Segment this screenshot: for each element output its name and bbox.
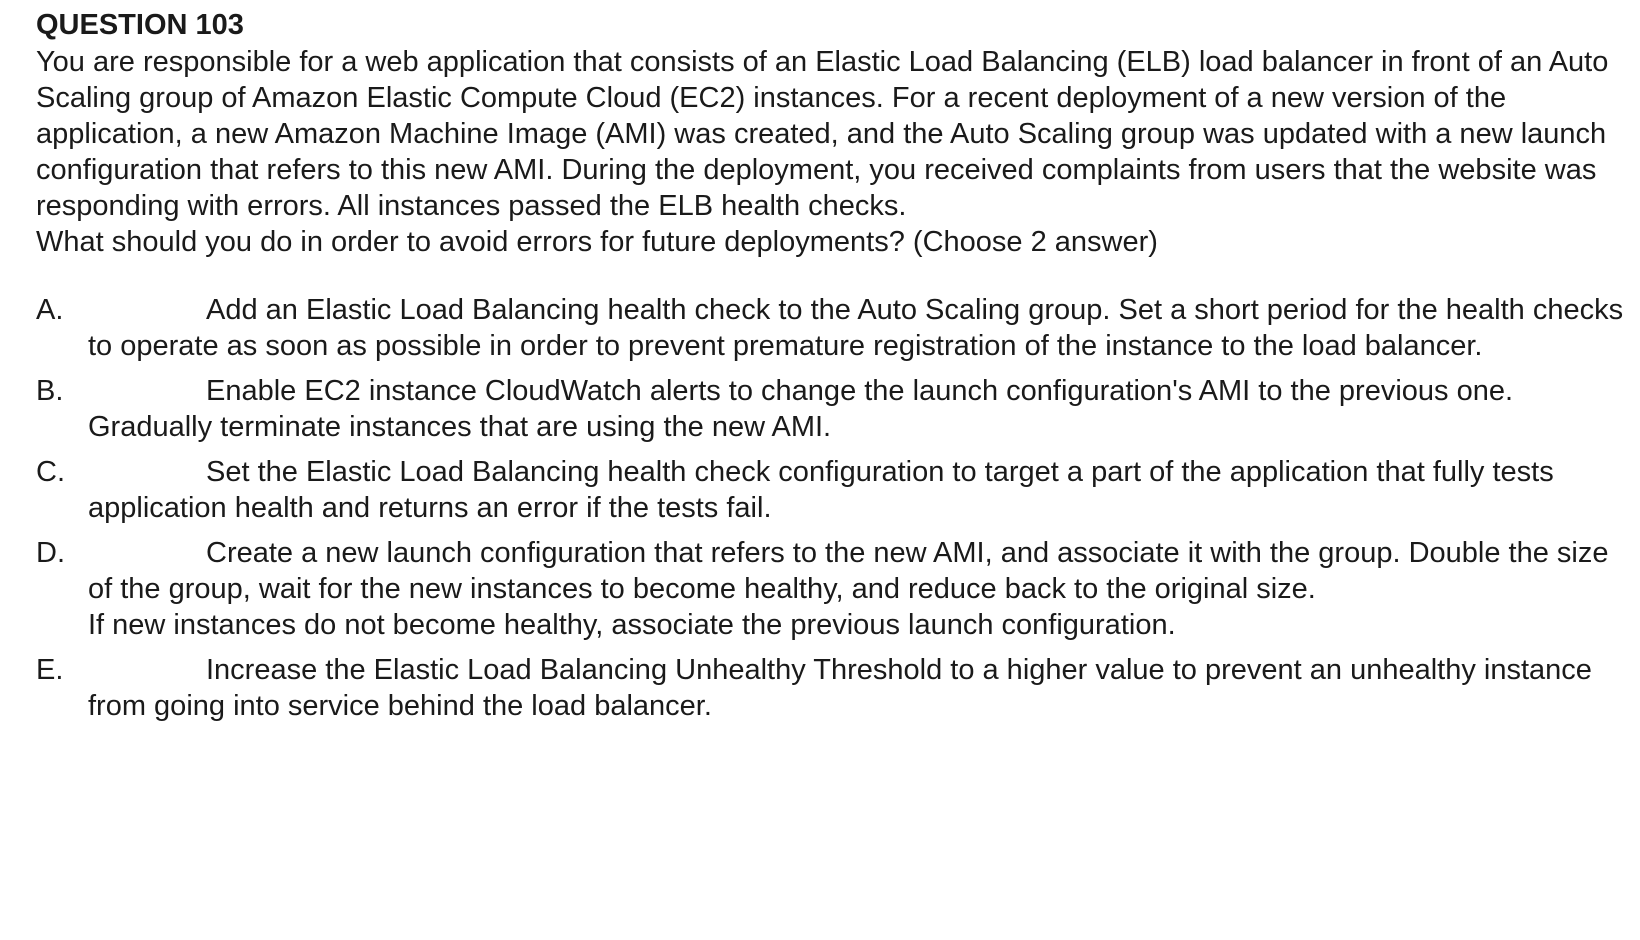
- option-letter: B.: [36, 375, 64, 407]
- option-continuation: If new instances do not become healthy, …: [88, 609, 1176, 641]
- option-letter: E.: [36, 654, 64, 686]
- option-a: A. Add an Elastic Load Balancing health …: [36, 292, 1626, 364]
- option-text: Increase the Elastic Load Balancing Unhe…: [88, 654, 1592, 722]
- question-body: You are responsible for a web applicatio…: [36, 46, 1609, 222]
- option-d: D. Create a new launch configuration tha…: [36, 535, 1626, 643]
- question-document: QUESTION 103 You are responsible for a w…: [36, 6, 1626, 733]
- option-c: C. Set the Elastic Load Balancing health…: [36, 454, 1626, 526]
- option-e: E. Increase the Elastic Load Balancing U…: [36, 652, 1626, 724]
- option-letter: C.: [36, 456, 65, 488]
- option-text: Enable EC2 instance CloudWatch alerts to…: [206, 375, 1514, 407]
- option-text: Create a new launch configuration that r…: [88, 537, 1609, 605]
- option-continuation: Gradually terminate instances that are u…: [88, 411, 832, 443]
- option-text: Set the Elastic Load Balancing health ch…: [88, 456, 1554, 524]
- option-letter: D.: [36, 537, 65, 569]
- question-title: QUESTION 103: [36, 9, 244, 41]
- option-letter: A.: [36, 294, 64, 326]
- option-b: B. Enable EC2 instance CloudWatch alerts…: [36, 373, 1626, 445]
- question-prompt: What should you do in order to avoid err…: [36, 226, 1158, 258]
- option-text: Add an Elastic Load Balancing health che…: [88, 294, 1624, 362]
